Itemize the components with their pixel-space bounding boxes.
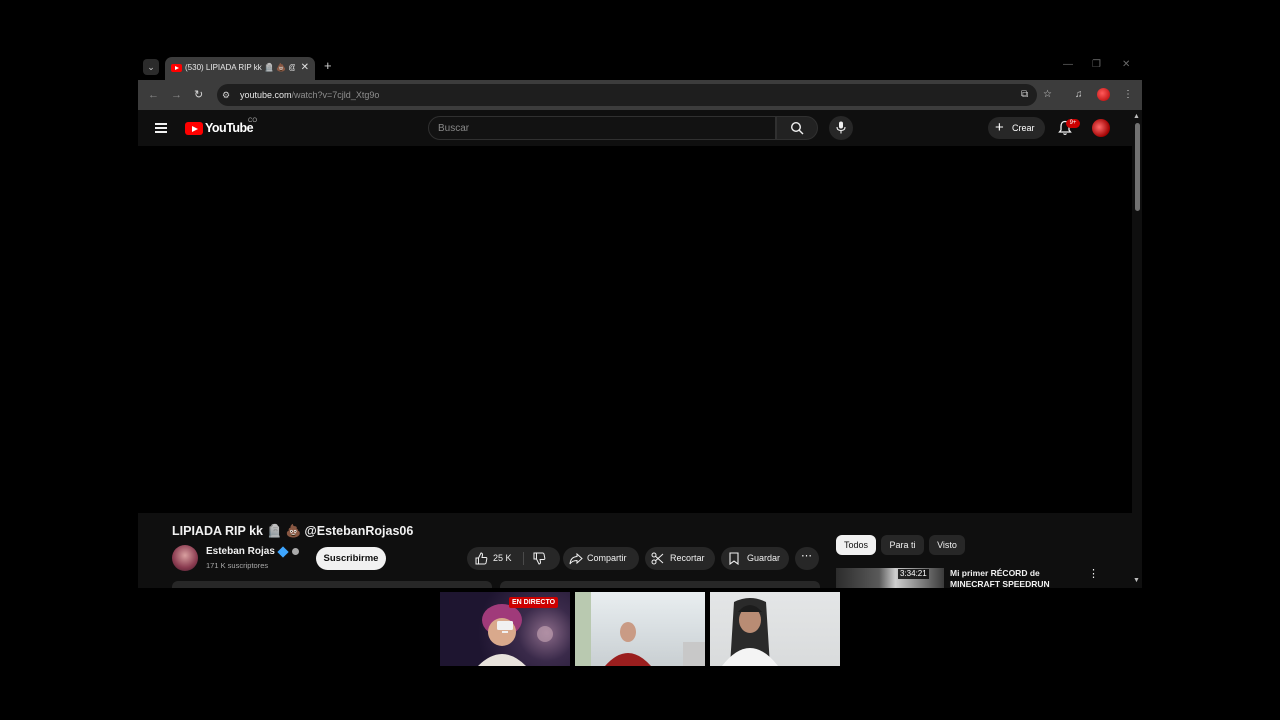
tab-active[interactable]: (530) LIPIADA RIP kk 🪦 💩 @E ✕ <box>165 57 315 80</box>
like-divider <box>523 552 524 565</box>
minimize-button[interactable]: — <box>1063 58 1073 72</box>
url-text: youtube.com/watch?v=7cjld_Xtg9o <box>240 89 379 101</box>
like-button[interactable]: 25 K <box>467 547 522 570</box>
scroll-down-arrow-icon[interactable]: ▼ <box>1133 577 1140 585</box>
restore-button[interactable]: ❐ <box>1092 58 1101 72</box>
like-dislike-group: 25 K <box>467 547 560 570</box>
window-close-button[interactable]: ✕ <box>1122 58 1130 72</box>
scroll-up-arrow-icon[interactable]: ▲ <box>1133 113 1140 121</box>
participant-tile-3[interactable] <box>710 592 840 666</box>
share-arrow-icon <box>569 553 583 565</box>
thumbs-down-icon <box>533 552 546 565</box>
save-button[interactable]: Guardar <box>721 547 789 570</box>
channel-avatar[interactable] <box>172 545 198 571</box>
browser-menu-icon[interactable]: ⋮ <box>1123 88 1133 102</box>
more-actions-button[interactable]: ⋯ <box>795 547 819 570</box>
bookmark-star-icon[interactable]: ☆ <box>1043 88 1052 102</box>
participant-tile-2[interactable] <box>575 592 705 666</box>
channel-name[interactable]: Esteban Rojas <box>206 546 275 558</box>
youtube-logo-icon[interactable] <box>185 122 203 135</box>
related-duration: 3:34:21 <box>898 569 929 579</box>
video-title: LIPIADA RIP kk 🪦 💩 @EstebanRojas06 <box>172 524 414 538</box>
youtube-logo-text[interactable]: YouTube <box>205 121 254 136</box>
reload-button[interactable]: ↻ <box>194 88 203 102</box>
search-button[interactable] <box>776 116 818 140</box>
chip-visto[interactable]: Visto <box>929 535 965 555</box>
install-app-icon[interactable]: ⧉ <box>1021 88 1028 102</box>
scrollbar-thumb[interactable] <box>1135 123 1140 211</box>
clip-label: Recortar <box>670 553 705 563</box>
youtube-header: YouTube CO + Crear <box>138 110 1142 146</box>
browser-profile-avatar[interactable] <box>1097 88 1110 101</box>
thumbs-up-icon <box>475 552 488 565</box>
search-icon <box>790 121 804 135</box>
video-player[interactable] <box>138 146 1132 513</box>
search-input[interactable] <box>429 117 775 139</box>
more-dots-icon: ⋯ <box>801 550 812 562</box>
chip-para-ti[interactable]: Para ti <box>881 535 924 555</box>
address-bar[interactable]: ⚙ youtube.com/watch?v=7cjld_Xtg9o <box>217 84 1037 106</box>
subscribe-button[interactable]: Suscribirme <box>316 547 386 570</box>
url-path: /watch?v=7cjld_Xtg9o <box>291 90 380 100</box>
forward-button[interactable]: → <box>171 88 182 102</box>
share-button[interactable]: Compartir <box>563 547 639 570</box>
tab-title: (530) LIPIADA RIP kk 🪦 💩 @E <box>185 63 295 72</box>
new-tab-button[interactable]: + <box>324 58 332 74</box>
voice-search-button[interactable] <box>829 116 853 140</box>
screen-share-icon[interactable] <box>496 620 514 634</box>
tab-search-button[interactable]: ⌄ <box>143 59 159 75</box>
chip-todos[interactable]: Todos <box>836 535 876 555</box>
comments-teaser[interactable] <box>500 581 820 588</box>
create-label: Crear <box>1012 123 1035 133</box>
url-host: youtube.com <box>240 90 292 100</box>
plus-icon: + <box>995 119 1004 136</box>
create-button[interactable]: + Crear <box>988 117 1045 139</box>
verified-check-icon <box>292 548 299 555</box>
tab-close-icon[interactable]: ✕ <box>301 61 309 75</box>
tab-strip: ⌄ (530) LIPIADA RIP kk 🪦 💩 @E ✕ + — ❐ ✕ <box>138 55 1142 80</box>
related-menu-icon[interactable]: ⋮ <box>1088 568 1099 580</box>
browser-toolbar: ← → ↻ ⚙ youtube.com/watch?v=7cjld_Xtg9o … <box>138 80 1142 110</box>
search-box <box>428 116 776 140</box>
menu-hamburger-icon[interactable] <box>155 123 167 133</box>
save-label: Guardar <box>747 553 781 563</box>
youtube-favicon-icon <box>171 64 182 72</box>
youtube-country-code: CO <box>248 118 257 124</box>
verified-badge-icon <box>277 546 289 558</box>
microphone-icon <box>836 121 846 134</box>
browser-window: ⌄ (530) LIPIADA RIP kk 🪦 💩 @E ✕ + — ❐ ✕ … <box>138 55 1142 588</box>
share-label: Compartir <box>587 553 627 563</box>
description-box[interactable] <box>172 581 492 588</box>
subscriber-count: 171 K suscriptores <box>206 561 269 570</box>
like-count: 25 K <box>493 553 512 563</box>
site-info-icon[interactable]: ⚙ <box>222 89 230 101</box>
bookmark-icon <box>729 552 739 565</box>
participant-video-3 <box>722 598 778 666</box>
related-title[interactable]: Mi primer RÉCORD de MINECRAFT SPEEDRUN <box>950 568 1070 588</box>
media-control-icon[interactable]: ♫ <box>1075 88 1083 102</box>
account-avatar[interactable] <box>1092 119 1110 137</box>
dislike-button[interactable] <box>525 547 560 570</box>
participant-video-2 <box>575 592 705 666</box>
scissors-icon <box>651 552 664 565</box>
clip-button[interactable]: Recortar <box>645 547 715 570</box>
live-badge: EN DIRECTO <box>509 597 559 608</box>
back-button[interactable]: ← <box>148 88 159 102</box>
notifications-badge: 9+ <box>1066 119 1080 128</box>
